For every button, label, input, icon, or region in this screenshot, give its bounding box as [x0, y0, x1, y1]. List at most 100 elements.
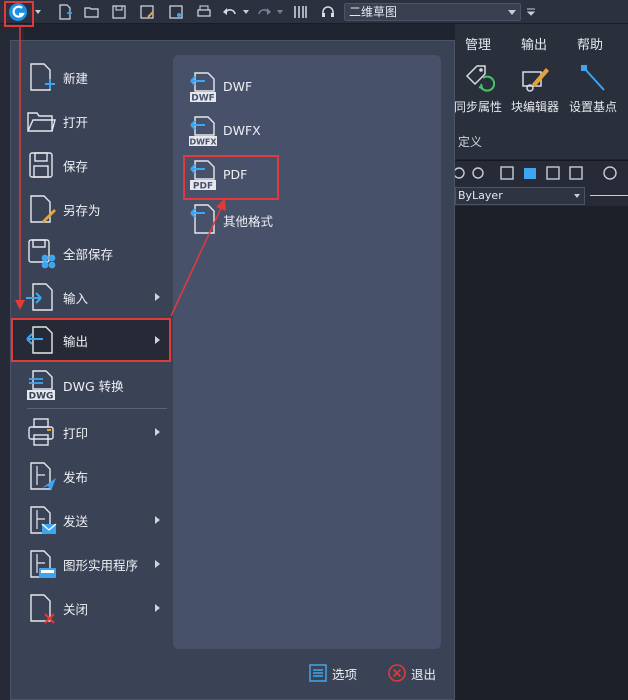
other-formats-icon [190, 204, 215, 234]
drawing-area[interactable] [455, 206, 628, 700]
library-button[interactable] [290, 2, 310, 22]
drawing-utilities-icon [30, 550, 56, 578]
export-dwf-label: DWF [223, 79, 253, 94]
new-file-icon [59, 4, 72, 20]
menu-item-publish[interactable]: 发布 [11, 454, 171, 498]
tab-manage[interactable]: 管理 [465, 34, 491, 53]
chevron-down-icon[interactable] [242, 8, 250, 16]
new-button[interactable] [55, 2, 75, 22]
block-editor-tool[interactable]: 块编辑器 [505, 62, 565, 115]
export-dwfx[interactable]: DWFX DWFX [183, 111, 423, 151]
layer-dropdown[interactable]: ByLayer [455, 187, 585, 205]
menu-item-save[interactable]: 保存 [11, 143, 171, 187]
menu-item-save-all[interactable]: 全部保存 [11, 231, 171, 275]
chevron-right-icon [155, 560, 160, 568]
chevron-down-icon[interactable] [276, 8, 284, 16]
menu-item-label: 关闭 [63, 601, 89, 617]
menu-item-label: 图形实用程序 [63, 557, 139, 573]
chevron-down-icon [574, 194, 580, 198]
dwg-convert-icon: DWG [27, 370, 55, 402]
properties-toolbar-icons [455, 166, 617, 180]
import-icon [26, 283, 53, 311]
save-icon [29, 152, 53, 178]
chevron-right-icon [155, 428, 160, 436]
menu-item-label: DWG 转换 [63, 378, 124, 394]
sync-attributes-icon [465, 65, 495, 92]
tab-output[interactable]: 输出 [521, 34, 547, 53]
save-all-button[interactable] [166, 2, 186, 22]
quick-access-toolbar: 二维草图 [0, 0, 628, 24]
set-base-point-icon [581, 65, 605, 91]
application-menu: 新建 打开 保存 另存为 全部保存 输入 输出 DWG DWG 转换 打印 发布… [10, 40, 455, 700]
menu-item-save-as[interactable]: 另存为 [11, 187, 171, 231]
support-button[interactable] [318, 2, 338, 22]
save-as-button[interactable] [137, 2, 157, 22]
menu-item-dwg-convert[interactable]: DWG DWG 转换 [11, 363, 171, 407]
print-icon [197, 5, 211, 17]
menu-item-open[interactable]: 打开 [11, 99, 171, 143]
pdf-highlight-box [183, 155, 279, 200]
exit-button[interactable]: 退出 [387, 663, 436, 683]
save-as-icon [140, 5, 154, 19]
menu-item-import[interactable]: 输入 [11, 275, 171, 319]
menu-item-label: 输出 [63, 333, 89, 349]
menu-item-export[interactable]: 输出 [11, 318, 171, 362]
save-all-icon [169, 5, 183, 19]
print-icon [28, 418, 54, 446]
workspace-dropdown[interactable]: 二维草图 [344, 3, 521, 21]
menu-item-label: 另存为 [63, 202, 101, 218]
menu-separator [27, 408, 167, 409]
menu-item-close[interactable]: 关闭 [11, 586, 171, 630]
print-button[interactable] [194, 2, 214, 22]
menu-item-label: 发布 [63, 469, 89, 485]
open-folder-icon [27, 112, 56, 132]
workspace-value: 二维草图 [349, 5, 398, 19]
block-editor-icon [522, 68, 549, 92]
chevron-right-icon [155, 293, 160, 301]
menu-item-label: 输入 [63, 290, 89, 306]
export-other-formats-label: 其他格式 [223, 214, 274, 229]
chevron-right-icon [155, 604, 160, 612]
customize-toolbar-icon[interactable] [526, 7, 536, 17]
menu-item-send[interactable]: 发送 [11, 498, 171, 542]
sync-attributes-tool[interactable]: 同步属性 [448, 62, 508, 115]
menu-item-label: 打开 [63, 114, 89, 130]
menu-item-label: 全部保存 [63, 246, 114, 262]
layer-dropdown-value: ByLayer [458, 189, 503, 202]
set-base-point-tool[interactable]: 设置基点 [563, 62, 623, 115]
save-icon [112, 5, 126, 19]
save-all-icon [28, 239, 56, 269]
options-icon [309, 664, 327, 682]
menu-item-print[interactable]: 打印 [11, 410, 171, 454]
export-dwf[interactable]: DWF DWF [183, 67, 423, 107]
chevron-right-icon [155, 516, 160, 524]
options-button[interactable]: 选项 [308, 663, 357, 683]
headset-icon [322, 6, 334, 17]
send-icon [30, 506, 57, 534]
open-button[interactable] [82, 2, 102, 22]
tab-help[interactable]: 帮助 [577, 34, 603, 53]
redo-button[interactable] [254, 2, 274, 22]
application-button-highlight [4, 1, 34, 27]
menu-item-label: 发送 [63, 513, 89, 529]
export-submenu-panel: DWF DWF DWFX DWFX PDF PDF 其他格式 [173, 55, 441, 649]
undo-button[interactable] [220, 2, 240, 22]
chevron-down-icon [508, 10, 516, 15]
block-editor-label: 块编辑器 [510, 100, 559, 114]
redo-icon [258, 8, 271, 15]
lineweight-preview [590, 195, 628, 196]
exit-label: 退出 [411, 666, 437, 682]
publish-icon [30, 462, 56, 491]
menu-item-drawing-utilities[interactable]: 图形实用程序 [11, 542, 171, 586]
close-file-icon [30, 594, 55, 624]
chevron-down-icon[interactable] [34, 8, 42, 16]
save-button[interactable] [109, 2, 129, 22]
menu-item-new[interactable]: 新建 [11, 55, 171, 99]
dwfx-badge: DWFX [189, 138, 217, 147]
dwfx-file-icon: DWFX [189, 116, 217, 147]
sync-attributes-label: 同步属性 [453, 100, 502, 114]
export-icon [26, 326, 53, 354]
export-other-formats[interactable]: 其他格式 [183, 199, 423, 239]
export-dwfx-label: DWFX [223, 123, 261, 138]
menu-item-label: 新建 [63, 70, 89, 86]
